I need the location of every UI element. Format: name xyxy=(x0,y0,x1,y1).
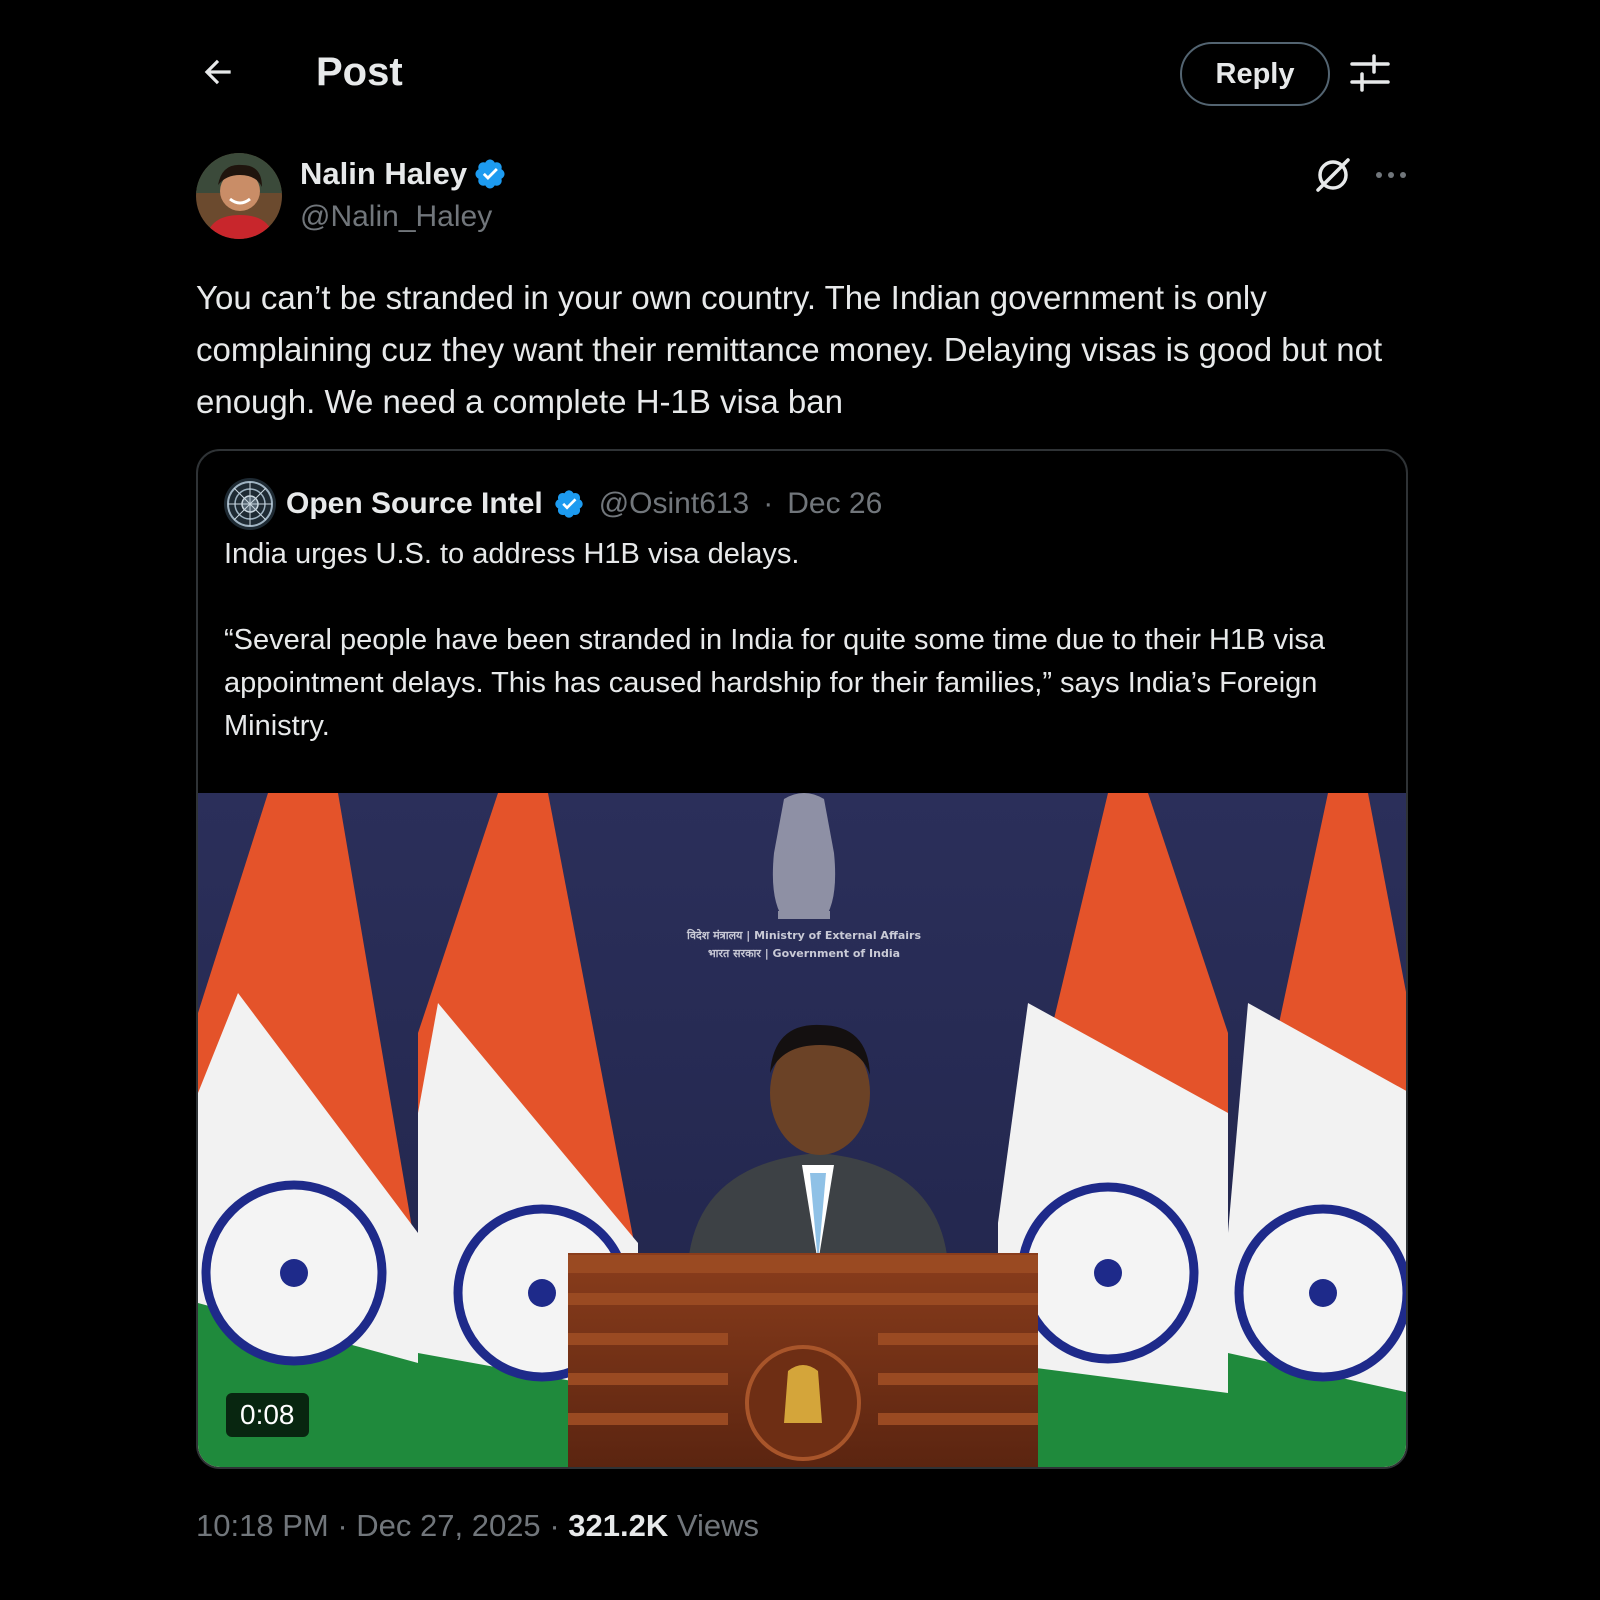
quoted-avatar-image xyxy=(224,478,276,530)
arrow-left-icon xyxy=(204,59,231,85)
grok-button[interactable] xyxy=(1312,154,1354,196)
reply-button[interactable]: Reply xyxy=(1180,42,1330,106)
backdrop-text-1: विदेश मंत्रालय | Ministry of External Af… xyxy=(686,928,921,942)
quoted-author-name: Open Source Intel xyxy=(286,487,543,520)
quoted-post[interactable]: Open Source Intel @Osint613 · Dec 26 Ind… xyxy=(196,449,1408,1469)
author-handle[interactable]: @Nalin_Haley xyxy=(300,200,492,234)
quoted-date: Dec 26 xyxy=(787,487,883,520)
sliders-icon xyxy=(1350,54,1390,92)
emblem xyxy=(772,793,836,919)
page-title: Post xyxy=(316,50,403,94)
quoted-text-line-2: “Several people have been stranded in In… xyxy=(224,624,1326,742)
views-label: Views xyxy=(676,1508,759,1543)
separator-dot: · xyxy=(549,1508,569,1543)
quoted-text-line-1: India urges U.S. to address H1B visa del… xyxy=(224,538,800,570)
post-date[interactable]: Dec 27, 2025 xyxy=(356,1508,540,1543)
quoted-handle: @Osint613 xyxy=(598,487,750,520)
podium xyxy=(568,1253,1038,1467)
video-duration: 0:08 xyxy=(226,1393,309,1437)
back-button[interactable] xyxy=(196,50,240,94)
post-time[interactable]: 10:18 PM xyxy=(196,1508,329,1543)
views-count[interactable]: 321.2K xyxy=(568,1508,668,1543)
author-name-text: Nalin Haley xyxy=(300,156,468,191)
backdrop-text-2: भारत सरकार | Government of India xyxy=(708,947,900,960)
more-button[interactable] xyxy=(1370,154,1412,196)
author-avatar-image xyxy=(196,153,282,239)
video-player[interactable]: विदेश मंत्रालय | Ministry of External Af… xyxy=(198,793,1406,1467)
settings-button[interactable] xyxy=(1348,52,1392,96)
post-page: Post Reply Nalin Haley @Nalin_Haley You … xyxy=(0,0,1600,1600)
top-bar: Post Reply xyxy=(196,40,1408,110)
more-dots-icon xyxy=(1376,172,1406,178)
post-metadata: 10:18 PM · Dec 27, 2025 · 321.2K Views xyxy=(196,1508,759,1544)
quoted-post-text: India urges U.S. to address H1B visa del… xyxy=(224,533,1384,748)
avatar[interactable] xyxy=(196,153,282,239)
author-name[interactable]: Nalin Haley xyxy=(300,156,507,192)
verified-badge-icon xyxy=(555,490,583,518)
quoted-avatar xyxy=(224,478,276,530)
post-text: You can’t be stranded in your own countr… xyxy=(196,279,1383,420)
video-thumbnail: विदेश मंत्रालय | Ministry of External Af… xyxy=(198,793,1406,1467)
verified-badge-icon xyxy=(475,159,505,189)
separator-dot: · xyxy=(337,1508,357,1543)
grok-icon xyxy=(1316,158,1350,192)
separator-dot: · xyxy=(763,487,774,520)
quoted-post-header: Open Source Intel @Osint613 · Dec 26 xyxy=(224,477,882,531)
